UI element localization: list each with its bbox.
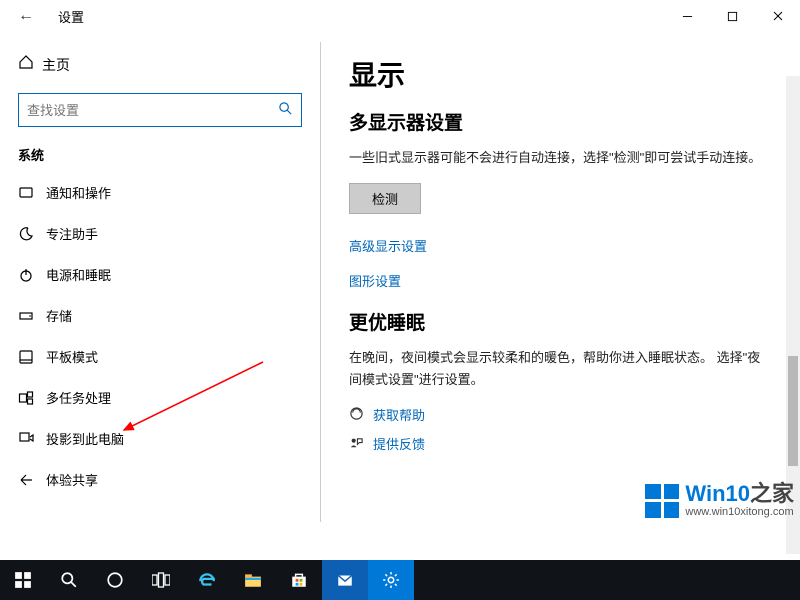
nav-storage[interactable]: 存储 [0, 295, 320, 336]
project-icon [18, 431, 46, 447]
help-icon [349, 406, 373, 424]
section-better-sleep: 更优睡眠 [349, 308, 770, 335]
taskbar-store[interactable] [276, 560, 322, 600]
nav-multitasking[interactable]: 多任务处理 [0, 377, 320, 418]
give-feedback-link[interactable]: 提供反馈 [349, 434, 770, 453]
nav-power-sleep[interactable]: 电源和睡眠 [0, 254, 320, 295]
scrollbar-thumb[interactable] [788, 356, 798, 466]
start-button[interactable] [0, 560, 46, 600]
moon-icon [18, 226, 46, 242]
taskbar-edge[interactable] [184, 560, 230, 600]
feedback-icon [349, 435, 373, 453]
home-link[interactable]: 主页 [0, 44, 320, 85]
share-icon [18, 472, 46, 488]
content-pane: 显示 多显示器设置 一些旧式显示器可能不会进行自动连接，选择"检测"即可尝试手动… [321, 32, 800, 560]
sidebar: 主页 系统 通知和操作 专注助手 电源和睡眠 [0, 32, 320, 560]
cortana-button[interactable] [92, 560, 138, 600]
taskbar [0, 560, 800, 600]
group-label: 系统 [0, 141, 320, 172]
advanced-display-link[interactable]: 高级显示设置 [349, 236, 770, 255]
nav-tablet-mode[interactable]: 平板模式 [0, 336, 320, 377]
power-icon [18, 267, 46, 283]
title-bar: ← 设置 [0, 0, 800, 32]
nav-focus-assist[interactable]: 专注助手 [0, 213, 320, 254]
nav-label: 体验共享 [46, 470, 98, 489]
multitask-icon [18, 390, 46, 406]
taskbar-settings[interactable] [368, 560, 414, 600]
search-input[interactable] [27, 103, 278, 118]
multi-display-desc: 一些旧式显示器可能不会进行自动连接，选择"检测"即可尝试手动连接。 [349, 147, 770, 169]
get-help-label: 获取帮助 [373, 405, 425, 424]
window-title: 设置 [40, 7, 665, 26]
detect-button[interactable]: 检测 [349, 183, 421, 214]
get-help-link[interactable]: 获取帮助 [349, 405, 770, 424]
nav-label: 平板模式 [46, 347, 98, 366]
graphics-settings-link[interactable]: 图形设置 [349, 271, 770, 290]
minimize-button[interactable] [665, 0, 710, 32]
task-view-button[interactable] [138, 560, 184, 600]
nav-label: 投影到此电脑 [46, 429, 124, 448]
nav-projecting[interactable]: 投影到此电脑 [0, 418, 320, 459]
storage-icon [18, 308, 46, 324]
page-title: 显示 [349, 54, 770, 94]
section-multi-display: 多显示器设置 [349, 108, 770, 135]
nav-shared-experience[interactable]: 体验共享 [0, 459, 320, 500]
nav-label: 多任务处理 [46, 388, 111, 407]
nav-label: 通知和操作 [46, 183, 111, 202]
scrollbar[interactable] [786, 76, 800, 554]
home-icon [18, 54, 42, 75]
home-label: 主页 [42, 55, 70, 75]
give-feedback-label: 提供反馈 [373, 434, 425, 453]
tablet-icon [18, 349, 46, 365]
back-button[interactable]: ← [12, 7, 40, 25]
maximize-button[interactable] [710, 0, 755, 32]
taskbar-search[interactable] [46, 560, 92, 600]
nav-label: 存储 [46, 306, 72, 325]
taskbar-explorer[interactable] [230, 560, 276, 600]
nav-label: 专注助手 [46, 224, 98, 243]
better-sleep-desc: 在晚间，夜间模式会显示较柔和的暖色，帮助你进入睡眠状态。 选择"夜间模式设置"进… [349, 347, 770, 391]
search-box[interactable] [18, 93, 302, 127]
search-icon [278, 101, 293, 120]
taskbar-mail[interactable] [322, 560, 368, 600]
notifications-icon [18, 185, 46, 201]
close-button[interactable] [755, 0, 800, 32]
nav-label: 电源和睡眠 [46, 265, 111, 284]
nav-notifications[interactable]: 通知和操作 [0, 172, 320, 213]
